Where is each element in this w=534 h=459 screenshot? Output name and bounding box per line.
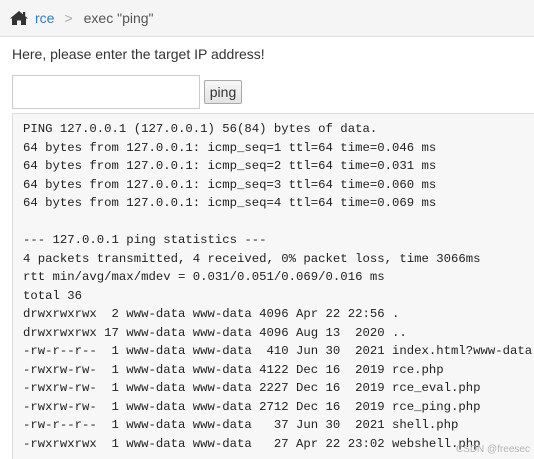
output-line: 64 bytes from 127.0.0.1: icmp_seq=3 ttl=… [23,177,437,192]
watermark: CSDN @freesec [455,444,530,455]
output-line: total 36 [23,288,83,303]
ping-button[interactable]: ping [204,80,242,104]
breadcrumb-separator: > [64,10,73,26]
ip-prompt-text: Here, please enter the target IP address… [12,46,265,62]
breadcrumb: rce > exec "ping" [0,0,534,37]
output-line: PING 127.0.0.1 (127.0.0.1) 56(84) bytes … [23,122,378,136]
output-line: 64 bytes from 127.0.0.1: icmp_seq=1 ttl=… [23,140,437,155]
ip-address-input[interactable] [12,75,200,109]
breadcrumb-current: exec "ping" [83,10,154,26]
output-line: -rwxrw-rw- 1 www-data www-data 2227 Dec … [23,381,481,395]
output-line: -rw-r--r-- 1 www-data www-data 410 Jun 3… [23,344,533,358]
output-line: -rwxrw-rw- 1 www-data www-data 2712 Dec … [23,399,481,414]
output-line: 64 bytes from 127.0.0.1: icmp_seq=2 ttl=… [23,159,437,173]
output-line: rtt min/avg/max/mdev = 0.031/0.051/0.069… [23,270,385,284]
command-output: PING 127.0.0.1 (127.0.0.1) 56(84) bytes … [12,113,534,459]
output-line: drwxrwxrwx 2 www-data www-data 4096 Apr … [23,307,400,321]
output-line: -rwxrw-rw- 1 www-data www-data 4122 Dec … [23,362,444,377]
home-icon[interactable] [9,10,29,26]
output-line: 4 packets transmitted, 4 received, 0% pa… [23,251,481,266]
output-line: --- 127.0.0.1 ping statistics --- [23,233,267,247]
breadcrumb-link-rce[interactable]: rce [35,10,54,26]
output-line: drwxrwxrwx 17 www-data www-data 4096 Aug… [23,325,407,340]
output-line: -rw-r--r-- 1 www-data www-data 37 Jun 30… [23,418,459,432]
output-line: 64 bytes from 127.0.0.1: icmp_seq=4 ttl=… [23,196,437,210]
